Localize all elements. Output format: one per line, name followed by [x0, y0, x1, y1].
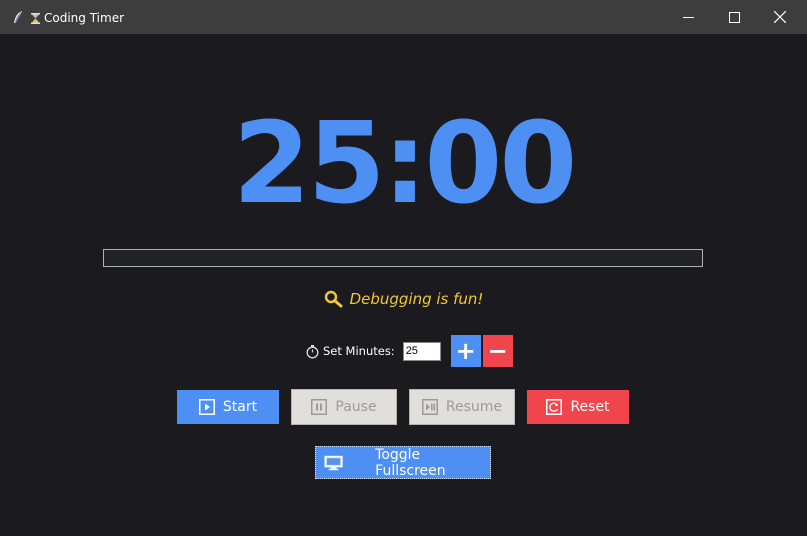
start-label: Start — [222, 399, 258, 415]
close-icon — [774, 11, 786, 23]
title-bar: Coding Timer — [0, 0, 807, 34]
status-message: Debugging is fun! — [0, 290, 807, 308]
decrement-button[interactable]: − — [482, 335, 513, 367]
resume-button[interactable]: Resume — [409, 389, 515, 425]
minimize-button[interactable] — [665, 0, 711, 34]
minimize-icon — [682, 16, 694, 18]
minutes-input[interactable] — [402, 341, 441, 361]
increment-button[interactable]: + — [450, 335, 481, 367]
resume-label: Resume — [445, 399, 503, 415]
start-button[interactable]: Start — [177, 390, 279, 424]
monitor-icon — [324, 455, 343, 470]
reset-button[interactable]: Reset — [527, 390, 629, 424]
feather-icon — [14, 10, 23, 24]
plus-label: + — [455, 337, 476, 365]
status-message-text: Debugging is fun! — [349, 290, 484, 308]
toggle-fullscreen-button[interactable]: Toggle Fullscreen — [315, 446, 491, 479]
minutes-row: Set Minutes: + − — [305, 335, 513, 367]
set-minutes-text: Set Minutes: — [323, 344, 395, 358]
progress-bar — [103, 249, 703, 267]
minus-label: − — [487, 337, 508, 365]
hourglass-icon — [31, 12, 40, 24]
set-minutes-label: Set Minutes: — [305, 344, 395, 359]
window-title-text: Coding Timer — [44, 11, 125, 25]
magnifier-icon — [324, 290, 343, 308]
stopwatch-icon — [306, 344, 319, 358]
pause-button[interactable]: Pause — [291, 389, 397, 425]
pause-icon — [311, 399, 328, 415]
play-icon — [198, 399, 215, 415]
maximize-icon — [728, 11, 740, 23]
pause-label: Pause — [335, 399, 377, 415]
close-button[interactable] — [757, 0, 803, 34]
play-pause-icon — [421, 399, 438, 415]
window-title: Coding Timer — [31, 10, 124, 26]
timer-display: 25:00 — [232, 99, 578, 229]
refresh-icon — [546, 399, 563, 415]
reset-label: Reset — [570, 399, 610, 415]
maximize-button[interactable] — [711, 0, 757, 34]
toggle-fullscreen-label: Toggle Fullscreen — [375, 446, 446, 479]
